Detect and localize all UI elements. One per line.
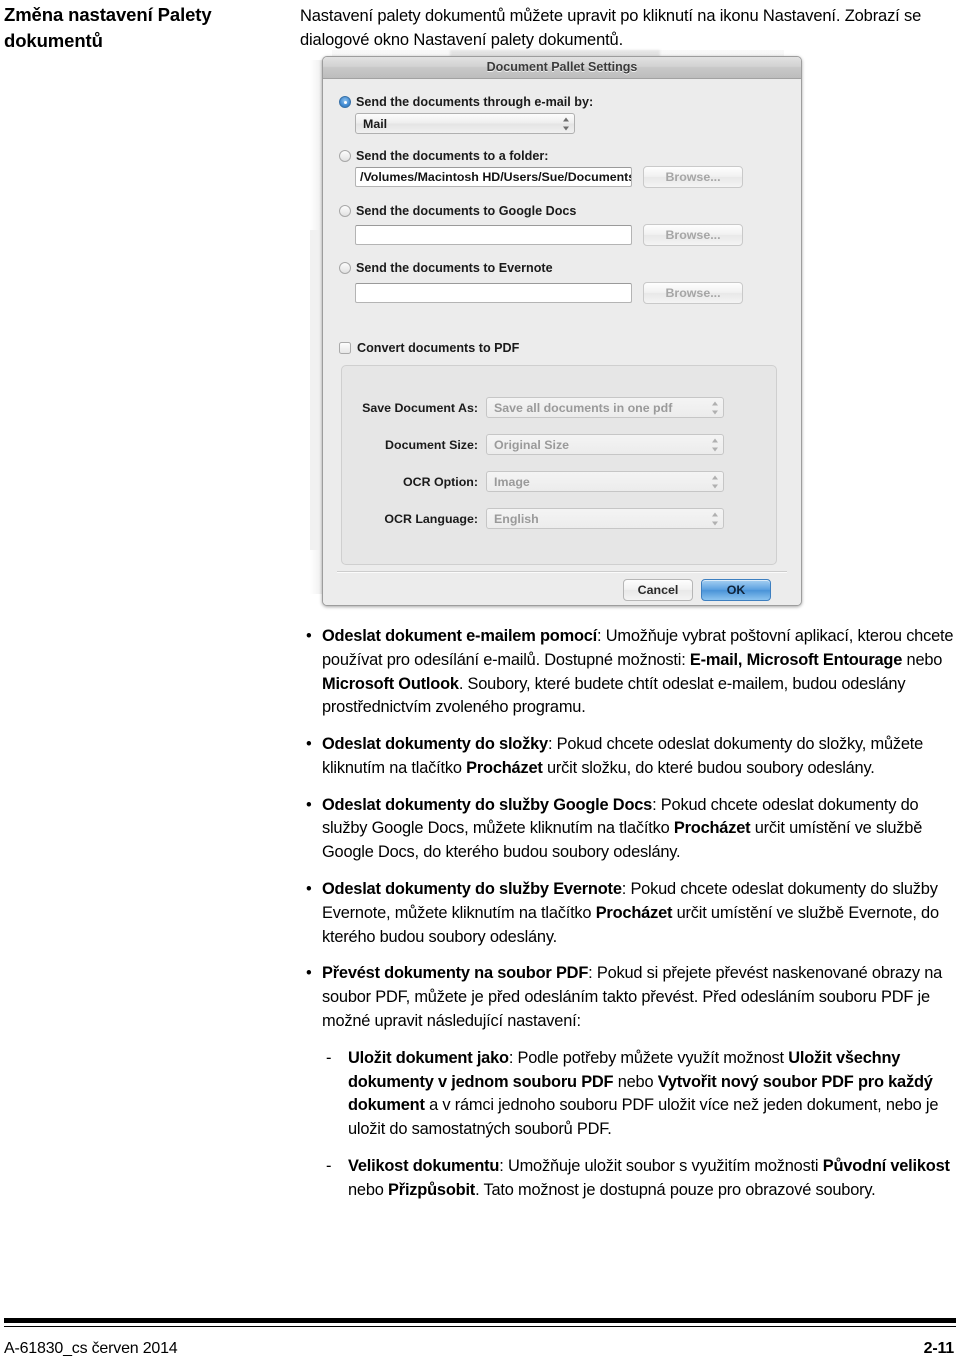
checkbox-convert-documents-to-pdf[interactable]: Convert documents to PDF: [339, 341, 519, 355]
email-application-select[interactable]: Mail: [355, 113, 575, 134]
radio-send-through-email[interactable]: Send the documents through e-mail by:: [339, 95, 593, 109]
radio-send-to-folder[interactable]: Send the documents to a folder:: [339, 149, 548, 163]
footer-rule: [4, 1318, 956, 1323]
dialog-titlebar: Document Pallet Settings: [323, 57, 801, 79]
sub-bullet-text: Uložit dokument jako: Podle potřeby může…: [348, 1048, 939, 1139]
footer-document-id: A-61830_cs červen 2014: [4, 1340, 178, 1357]
section-heading: Změna nastavení Palety dokumentů: [4, 4, 212, 52]
intro-paragraph: Nastavení palety dokumentů můžete upravi…: [300, 7, 922, 50]
label-ocr-option: OCR Option:: [402, 475, 478, 489]
radio-send-to-evernote[interactable]: Send the documents to Evernote: [339, 261, 553, 275]
stepper-arrows-icon: [711, 512, 718, 525]
stepper-arrows-icon: [562, 117, 569, 130]
radio-button-email-icon[interactable]: [339, 96, 351, 108]
radio-button-folder-icon[interactable]: [339, 150, 351, 162]
radio-label-google-docs: Send the documents to Google Docs: [356, 204, 577, 218]
label-document-size: Document Size:: [385, 438, 478, 452]
list-item: • Odeslat dokumenty do složky: Pokud chc…: [300, 733, 960, 781]
google-docs-path-input[interactable]: [355, 225, 632, 245]
footer-page-number: 2-11: [923, 1340, 955, 1357]
cancel-button[interactable]: Cancel: [623, 579, 693, 601]
radio-label-evernote: Send the documents to Evernote: [356, 261, 553, 275]
checkbox-convert-pdf-icon[interactable]: [339, 342, 351, 354]
list-item: • Převést dokumenty na soubor PDF: Pokud…: [300, 962, 960, 1033]
checkbox-label-convert-pdf: Convert documents to PDF: [357, 341, 520, 355]
save-document-as-select[interactable]: Save all documents in one pdf: [486, 397, 724, 418]
sub-bullet-text: Velikost dokumentu: Umožňuje uložit soub…: [348, 1156, 950, 1199]
browse-folder-button[interactable]: Browse...: [643, 166, 743, 188]
radio-button-google-docs-icon[interactable]: [339, 205, 351, 217]
bullet-text: Odeslat dokumenty do služby Google Docs:…: [322, 795, 923, 862]
background-window-left-strip: [310, 230, 322, 550]
document-page: Změna nastavení Palety dokumentů Nastave…: [0, 0, 960, 1369]
list-item: • Odeslat dokument e-mailem pomocí: Umož…: [300, 625, 960, 720]
document-size-select[interactable]: Original Size: [486, 434, 724, 455]
dialog-screenshot: Document Pallet Settings Send the docume…: [310, 50, 802, 608]
sub-list-item: - Uložit dokument jako: Podle potřeby mů…: [300, 1047, 960, 1142]
bullet-text: Odeslat dokumenty do služby Evernote: Po…: [322, 880, 939, 946]
bullet-text: Převést dokumenty na soubor PDF: Pokud s…: [322, 964, 943, 1030]
label-save-document-as: Save Document As:: [362, 401, 478, 415]
browse-google-docs-button[interactable]: Browse...: [643, 224, 743, 246]
stepper-arrows-icon: [711, 401, 718, 414]
dialog-body: Send the documents through e-mail by: Ma…: [323, 79, 801, 605]
bullet-list: • Odeslat dokument e-mailem pomocí: Umož…: [300, 625, 960, 1215]
ok-button[interactable]: OK: [701, 579, 771, 601]
bullet-marker: •: [306, 964, 312, 983]
ocr-language-select[interactable]: English: [486, 508, 724, 529]
list-item: • Odeslat dokumenty do služby Evernote: …: [300, 878, 960, 949]
label-ocr-language: OCR Language:: [384, 512, 478, 526]
bullet-text: Odeslat dokument e-mailem pomocí: Umožňu…: [322, 627, 954, 717]
list-item: • Odeslat dokumenty do služby Google Doc…: [300, 794, 960, 865]
browse-evernote-button[interactable]: Browse...: [643, 282, 743, 304]
document-size-value: Original Size: [494, 437, 570, 452]
document-pallet-settings-dialog: Document Pallet Settings Send the docume…: [322, 56, 802, 606]
bullet-marker: •: [306, 627, 312, 645]
save-document-as-value: Save all documents in one pdf: [494, 400, 673, 415]
ocr-option-select[interactable]: Image: [486, 471, 724, 492]
sub-list-item: - Velikost dokumentu: Umožňuje uložit so…: [300, 1155, 960, 1203]
folder-path-input[interactable]: /Volumes/Macintosh HD/Users/Sue/Document…: [355, 167, 632, 187]
bullet-marker: •: [306, 880, 312, 899]
intro-paragraph-container: Nastavení palety dokumentů můžete upravi…: [300, 4, 960, 52]
dialog-footer-divider: [337, 571, 787, 573]
stepper-arrows-icon: [711, 475, 718, 488]
stepper-arrows-icon: [711, 438, 718, 451]
sub-bullet-marker: -: [326, 1048, 332, 1067]
radio-send-to-google-docs[interactable]: Send the documents to Google Docs: [339, 204, 576, 218]
email-application-value: Mail: [363, 116, 388, 131]
sub-bullet-marker: -: [326, 1156, 332, 1175]
ocr-language-value: English: [494, 511, 539, 526]
footer-rule-thin: [4, 1326, 956, 1327]
evernote-path-input[interactable]: [355, 283, 632, 303]
radio-label-folder: Send the documents to a folder:: [356, 149, 549, 163]
bullet-marker: •: [306, 795, 312, 814]
pdf-settings-groupbox: [341, 365, 777, 565]
folder-path-value: /Volumes/Macintosh HD/Users/Sue/Document…: [360, 170, 632, 184]
ocr-option-value: Image: [494, 474, 530, 489]
radio-label-email: Send the documents through e-mail by:: [356, 95, 594, 109]
bullet-marker: •: [306, 735, 312, 754]
radio-button-evernote-icon[interactable]: [339, 262, 351, 274]
bullet-text: Odeslat dokumenty do složky: Pokud chcet…: [322, 735, 924, 777]
